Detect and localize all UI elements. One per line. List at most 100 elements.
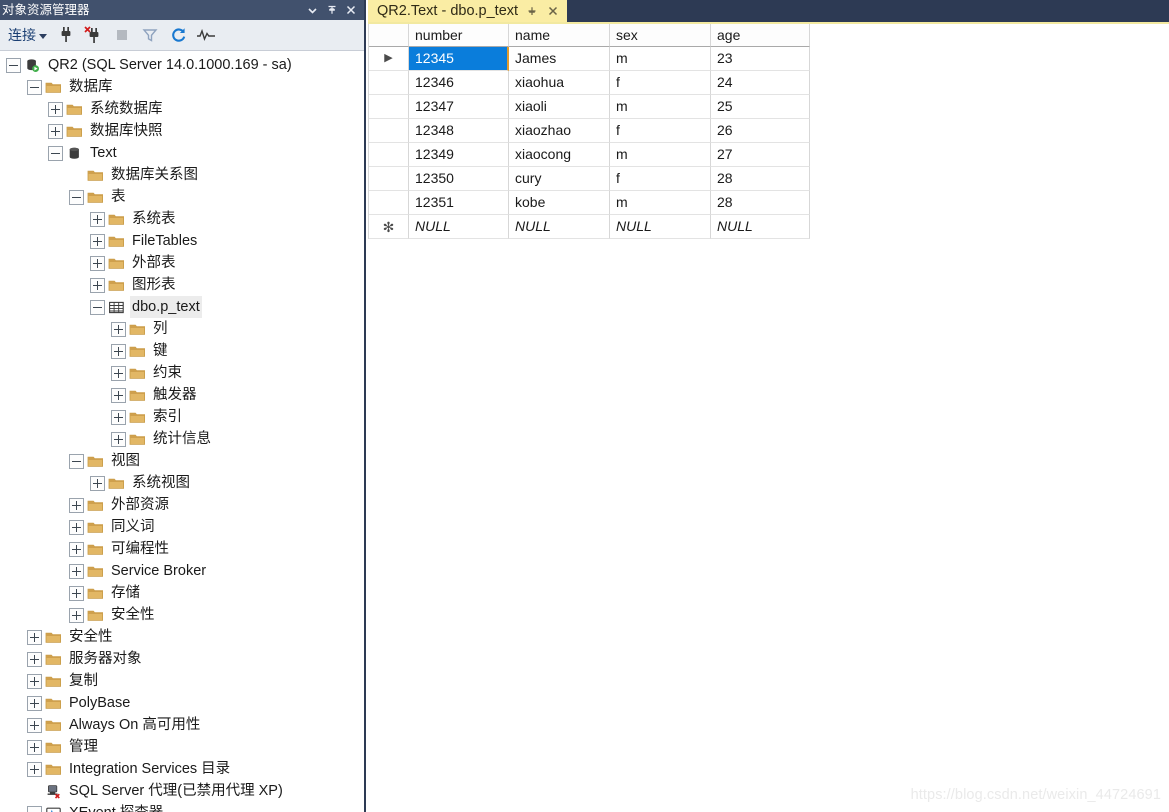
grid-cell-sex[interactable]: NULL: [610, 215, 711, 239]
grid-cell-age[interactable]: 25: [711, 95, 810, 119]
tree-expander-collapsed-icon[interactable]: [69, 542, 84, 557]
tree-node[interactable]: 键: [0, 340, 364, 362]
grid-cell-number[interactable]: 12345: [409, 47, 509, 71]
table-row[interactable]: 12351kobem28: [369, 191, 810, 215]
tree-expander-expanded-icon[interactable]: [27, 806, 42, 812]
row-header-cell[interactable]: [369, 167, 409, 191]
tree-expander-collapsed-icon[interactable]: [90, 212, 105, 227]
tree-node[interactable]: 系统视图: [0, 472, 364, 494]
tree-expander-collapsed-icon[interactable]: [69, 520, 84, 535]
table-row[interactable]: 12349xiaocongm27: [369, 143, 810, 167]
tree-node[interactable]: 数据库关系图: [0, 164, 364, 186]
tree-expander-collapsed-icon[interactable]: [27, 696, 42, 711]
grid-cell-name[interactable]: James: [509, 47, 610, 71]
grid-cell-name[interactable]: xiaohua: [509, 71, 610, 95]
grid-cell-sex[interactable]: f: [610, 167, 711, 191]
tree-expander-collapsed-icon[interactable]: [27, 630, 42, 645]
tree-expander-collapsed-icon[interactable]: [111, 432, 126, 447]
tree-expander-expanded-icon[interactable]: [69, 454, 84, 469]
column-header-sex[interactable]: sex: [610, 24, 711, 47]
tree-expander-expanded-icon[interactable]: [69, 190, 84, 205]
grid-cell-age[interactable]: 28: [711, 167, 810, 191]
tree-expander-collapsed-icon[interactable]: [69, 498, 84, 513]
tree-expander-collapsed-icon[interactable]: [90, 256, 105, 271]
window-dropdown-icon[interactable]: [303, 1, 322, 19]
tree-expander-expanded-icon[interactable]: [90, 300, 105, 315]
grid-cell-name[interactable]: xiaoli: [509, 95, 610, 119]
tree-expander-collapsed-icon[interactable]: [27, 674, 42, 689]
column-header-name[interactable]: name: [509, 24, 610, 47]
grid-cell-name[interactable]: xiaocong: [509, 143, 610, 167]
tree-expander-collapsed-icon[interactable]: [90, 476, 105, 491]
grid-cell-name[interactable]: kobe: [509, 191, 610, 215]
table-row[interactable]: ✻NULLNULLNULLNULL: [369, 215, 810, 239]
grid-cell-age[interactable]: 28: [711, 191, 810, 215]
tree-node[interactable]: 外部资源: [0, 494, 364, 516]
tree-expander-collapsed-icon[interactable]: [111, 410, 126, 425]
table-row[interactable]: 12348xiaozhaof26: [369, 119, 810, 143]
grid-cell-number[interactable]: 12347: [409, 95, 509, 119]
row-header-cell[interactable]: [369, 95, 409, 119]
tab-pin-icon[interactable]: [525, 1, 539, 21]
tree-node[interactable]: 数据库: [0, 76, 364, 98]
tree-node[interactable]: 复制: [0, 670, 364, 692]
grid-cell-name[interactable]: cury: [509, 167, 610, 191]
grid-cell-number[interactable]: 12351: [409, 191, 509, 215]
close-icon[interactable]: [341, 1, 360, 19]
table-row[interactable]: 12346xiaohuaf24: [369, 71, 810, 95]
tree-expander-collapsed-icon[interactable]: [27, 762, 42, 777]
table-row[interactable]: ▶12345Jamesm23: [369, 47, 810, 71]
tree-node[interactable]: 存储: [0, 582, 364, 604]
tree-node[interactable]: 服务器对象: [0, 648, 364, 670]
tree-node[interactable]: 系统表: [0, 208, 364, 230]
tree-expander-expanded-icon[interactable]: [27, 80, 42, 95]
row-header-cell[interactable]: [369, 71, 409, 95]
tree-node[interactable]: 视图: [0, 450, 364, 472]
refresh-icon[interactable]: [165, 23, 191, 48]
tree-node[interactable]: PolyBase: [0, 692, 364, 714]
tree-node[interactable]: 触发器: [0, 384, 364, 406]
row-header-cell[interactable]: ✻: [369, 215, 409, 239]
row-header-cell[interactable]: [369, 119, 409, 143]
tree-expander-expanded-icon[interactable]: [48, 146, 63, 161]
tree-node[interactable]: 统计信息: [0, 428, 364, 450]
grid-cell-name[interactable]: NULL: [509, 215, 610, 239]
grid-cell-number[interactable]: 12350: [409, 167, 509, 191]
tree-node[interactable]: Integration Services 目录: [0, 758, 364, 780]
tree-node[interactable]: 安全性: [0, 626, 364, 648]
tree-node[interactable]: Always On 高可用性: [0, 714, 364, 736]
tree-node[interactable]: XEvent 探查器: [0, 802, 364, 812]
tree-node[interactable]: 图形表: [0, 274, 364, 296]
filter-icon[interactable]: [137, 23, 163, 48]
tree-expander-collapsed-icon[interactable]: [111, 322, 126, 337]
tree-node[interactable]: 同义词: [0, 516, 364, 538]
grid-cell-number[interactable]: NULL: [409, 215, 509, 239]
tab-qr2-text-dbo-p-text[interactable]: QR2.Text - dbo.p_text: [368, 0, 567, 22]
tree-node[interactable]: SQL Server 代理(已禁用代理 XP): [0, 780, 364, 802]
tree-expander-collapsed-icon[interactable]: [48, 124, 63, 139]
tree-node[interactable]: 列: [0, 318, 364, 340]
row-header-cell[interactable]: [369, 191, 409, 215]
grid-cell-sex[interactable]: m: [610, 95, 711, 119]
table-row[interactable]: 12350curyf28: [369, 167, 810, 191]
connect-dropdown-button[interactable]: 连接: [6, 23, 51, 47]
grid-corner-cell[interactable]: [369, 24, 409, 47]
column-header-number[interactable]: number: [409, 24, 509, 47]
results-grid[interactable]: numbernamesexage▶12345Jamesm2312346xiaoh…: [368, 24, 810, 239]
grid-cell-sex[interactable]: m: [610, 143, 711, 167]
tab-close-icon[interactable]: [546, 1, 560, 21]
grid-cell-sex[interactable]: f: [610, 71, 711, 95]
grid-cell-number[interactable]: 12346: [409, 71, 509, 95]
grid-cell-sex[interactable]: f: [610, 119, 711, 143]
tree-node[interactable]: Service Broker: [0, 560, 364, 582]
grid-cell-age[interactable]: 27: [711, 143, 810, 167]
column-header-age[interactable]: age: [711, 24, 810, 47]
row-header-cell[interactable]: [369, 143, 409, 167]
tree-expander-collapsed-icon[interactable]: [27, 740, 42, 755]
tree-expander-collapsed-icon[interactable]: [90, 278, 105, 293]
grid-cell-number[interactable]: 12348: [409, 119, 509, 143]
tree-node[interactable]: 表: [0, 186, 364, 208]
tree-node[interactable]: dbo.p_text: [0, 296, 364, 318]
tree-expander-collapsed-icon[interactable]: [69, 586, 84, 601]
grid-cell-age[interactable]: NULL: [711, 215, 810, 239]
